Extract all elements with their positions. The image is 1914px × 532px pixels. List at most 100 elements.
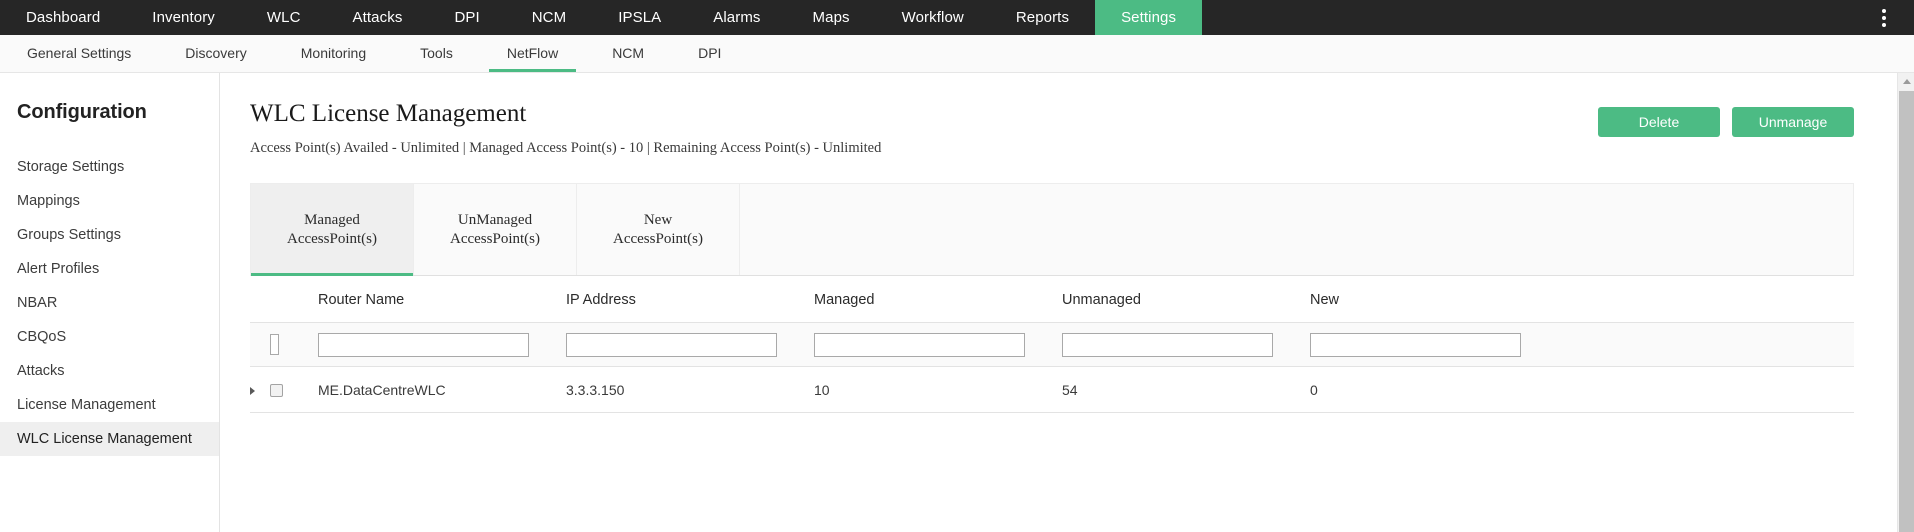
page-layout: Configuration Storage Settings Mappings Gr… [0, 73, 1914, 532]
table-header: Router Name IP Address Managed Unmanaged… [250, 276, 1854, 323]
tab-label-line2: AccessPoint(s) [287, 230, 377, 247]
table-filter-row [250, 322, 1854, 367]
sidebar-title: Configuration [17, 101, 147, 123]
cell-new: 0 [1310, 366, 1854, 413]
page-header: WLC License Management Access Point(s) A… [250, 99, 1884, 157]
access-point-tabs: Managed AccessPoint(s) UnManaged AccessPoin… [250, 183, 1854, 276]
scroll-up-button[interactable] [1898, 73, 1914, 90]
sidebar-item-attacks[interactable]: Attacks [0, 354, 219, 388]
filter-ip-address-input[interactable] [566, 332, 777, 357]
tab-label: Managed AccessPoint(s) [287, 211, 377, 249]
sidebar-item-list: Storage Settings Mappings Groups Settings A… [0, 150, 219, 456]
header-ip-address[interactable]: IP Address [566, 276, 814, 323]
topnav-item-settings[interactable]: Settings [1095, 0, 1203, 35]
filter-new-cell [1310, 322, 1854, 367]
scrollbar-thumb[interactable] [1899, 91, 1914, 532]
cell-router-name: ME.DataCentreWLC [318, 366, 566, 413]
topnav-item-wlc[interactable]: WLC [241, 0, 327, 35]
main-content: WLC License Management Access Point(s) A… [220, 73, 1914, 532]
filter-managed-cell [814, 322, 1062, 367]
topnav-item-maps[interactable]: Maps [787, 0, 876, 35]
subnav-item-discovery[interactable]: Discovery [158, 35, 273, 72]
topnav-item-ipsla[interactable]: IPSLA [592, 0, 687, 35]
tab-label-line1: New [643, 211, 673, 228]
subnav-item-monitoring[interactable]: Monitoring [274, 35, 393, 72]
header-unmanaged[interactable]: Unmanaged [1062, 276, 1310, 323]
vertical-scrollbar[interactable] [1897, 73, 1914, 532]
kebab-dot [1882, 15, 1886, 20]
header-expander-spacer [250, 276, 270, 323]
filter-managed-input[interactable] [814, 332, 1025, 357]
cell-ip-address: 3.3.3.150 [566, 366, 814, 413]
header-new[interactable]: New [1310, 276, 1854, 323]
sidebar-item-mappings[interactable]: Mappings [0, 184, 219, 218]
kebab-dot [1882, 8, 1886, 13]
subnav-item-dpi[interactable]: DPI [671, 35, 748, 72]
table-body: ME.DataCentreWLC 3.3.3.150 10 54 0 [250, 322, 1854, 413]
table-header-row: Router Name IP Address Managed Unmanaged… [250, 276, 1854, 323]
filter-unmanaged-cell [1062, 322, 1310, 367]
kebab-menu-icon[interactable] [1864, 0, 1904, 35]
sub-navigation-bar: General Settings Discovery Monitoring Tools… [0, 35, 1914, 73]
header-router-name[interactable]: Router Name [318, 276, 566, 323]
sidebar-item-license-management[interactable]: License Management [0, 388, 219, 422]
topnav-item-dpi[interactable]: DPI [428, 0, 505, 35]
page-title: WLC License Management [250, 100, 527, 127]
sidebar-item-cbqos[interactable]: CBQoS [0, 320, 219, 354]
sidebar-item-groups-settings[interactable]: Groups Settings [0, 218, 219, 252]
tab-label-line2: AccessPoint(s) [450, 230, 540, 247]
header-managed[interactable]: Managed [814, 276, 1062, 323]
table-row[interactable]: ME.DataCentreWLC 3.3.3.150 10 54 0 [250, 366, 1854, 413]
subnav-item-netflow[interactable]: NetFlow [480, 35, 585, 72]
page-actions: Delete Unmanage [1598, 99, 1884, 137]
topnav-item-ncm[interactable]: NCM [506, 0, 592, 35]
tab-label-line1: Managed [304, 211, 360, 228]
subnav-item-general-settings[interactable]: General Settings [0, 35, 158, 72]
subnav-item-tools[interactable]: Tools [393, 35, 480, 72]
delete-button[interactable]: Delete [1598, 107, 1720, 137]
page-subtitle: Access Point(s) Availed - Unlimited | Ma… [250, 140, 882, 156]
topnav-item-inventory[interactable]: Inventory [126, 0, 241, 35]
access-point-table: Router Name IP Address Managed Unmanaged… [250, 276, 1854, 413]
tabs-filler [740, 184, 1853, 275]
kebab-dot [1882, 22, 1886, 27]
filter-router-name-input[interactable] [318, 332, 529, 357]
top-navigation-bar: Dashboard Inventory WLC Attacks DPI NCM IPSLA A… [0, 0, 1914, 35]
expand-row-icon[interactable] [250, 386, 255, 395]
select-all-checkbox[interactable] [270, 334, 279, 355]
tab-unmanaged-accesspoints[interactable]: UnManaged AccessPoint(s) [414, 184, 577, 275]
tab-label-line1: UnManaged [457, 211, 533, 228]
sidebar-item-nbar[interactable]: NBAR [0, 286, 219, 320]
tab-label-line2: AccessPoint(s) [613, 230, 703, 247]
tab-label: UnManaged AccessPoint(s) [450, 211, 540, 249]
filter-ip-address-cell [566, 322, 814, 367]
topnav-item-workflow[interactable]: Workflow [876, 0, 990, 35]
cell-unmanaged: 54 [1062, 366, 1310, 413]
cell-managed: 10 [814, 366, 1062, 413]
filter-checkbox-cell [270, 322, 318, 367]
topnav-item-alarms[interactable]: Alarms [687, 0, 786, 35]
tab-label: New AccessPoint(s) [613, 211, 703, 249]
tab-managed-accesspoints[interactable]: Managed AccessPoint(s) [251, 184, 414, 276]
filter-expander-cell [250, 322, 270, 367]
row-select-checkbox[interactable] [270, 384, 283, 398]
topnav-spacer [1202, 0, 1864, 35]
filter-unmanaged-input[interactable] [1062, 332, 1273, 357]
sidebar: Configuration Storage Settings Mappings Gr… [0, 73, 220, 532]
tab-new-accesspoints[interactable]: New AccessPoint(s) [577, 184, 740, 275]
row-checkbox-cell [270, 366, 318, 413]
header-checkbox-spacer [270, 276, 318, 323]
page-header-text: WLC License Management Access Point(s) A… [250, 99, 881, 157]
topnav-item-attacks[interactable]: Attacks [327, 0, 429, 35]
sidebar-item-alert-profiles[interactable]: Alert Profiles [0, 252, 219, 286]
access-point-table-wrapper: Router Name IP Address Managed Unmanaged… [250, 276, 1854, 413]
unmanage-button[interactable]: Unmanage [1732, 107, 1854, 137]
filter-new-input[interactable] [1310, 332, 1521, 357]
topnav-item-reports[interactable]: Reports [990, 0, 1095, 35]
sidebar-item-storage-settings[interactable]: Storage Settings [0, 150, 219, 184]
sidebar-item-wlc-license-management[interactable]: WLC License Management [0, 422, 219, 456]
topnav-item-dashboard[interactable]: Dashboard [0, 0, 126, 35]
row-expander-cell [250, 366, 270, 413]
subnav-item-ncm[interactable]: NCM [585, 35, 671, 72]
filter-router-name-cell [318, 322, 566, 367]
